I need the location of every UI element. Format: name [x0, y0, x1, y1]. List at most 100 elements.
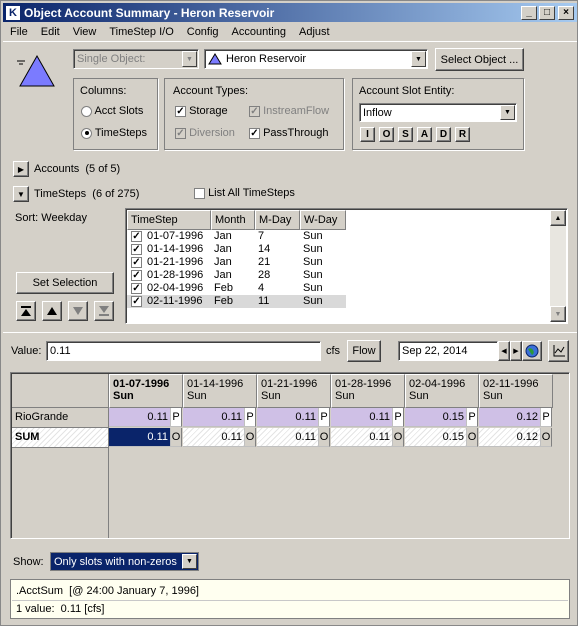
timestep-date: 02-04-1996 — [147, 282, 204, 294]
col-header-timestep[interactable]: TimeStep — [127, 210, 211, 230]
accounts-label: Accounts (5 of 5) — [34, 163, 121, 175]
timestep-checkbox[interactable]: ✓ — [131, 296, 142, 307]
menu-adjust[interactable]: Adjust — [292, 26, 336, 38]
timestep-row[interactable]: ✓ 01-07-1996 Jan 7 Sun — [127, 230, 346, 243]
timestep-row[interactable]: ✓ 01-28-1996 Jan 28 Sun — [127, 269, 346, 282]
grid-value-cell[interactable]: 0.11 — [109, 408, 170, 427]
col-header-month[interactable]: Month — [211, 210, 255, 230]
grid-value-cell[interactable]: 0.11 — [183, 428, 244, 447]
grid-column-date: 01-28-1996 — [335, 378, 392, 390]
timestep-wday: Sun — [303, 269, 323, 281]
value-input[interactable]: 0.11 — [46, 341, 321, 361]
grid-value-cell[interactable]: 0.12 — [479, 428, 540, 447]
move-bottom-button[interactable] — [94, 301, 114, 321]
timestep-checkbox[interactable]: ✓ — [131, 283, 142, 294]
status-line-2: 1 value: 0.11 [cfs] — [16, 603, 105, 615]
object-select[interactable]: Heron Reservoir ▼ — [204, 49, 428, 69]
minimize-button[interactable]: _ — [521, 6, 537, 20]
list-all-timesteps-checkbox[interactable]: List All TimeSteps — [194, 187, 295, 199]
timestep-wday: Sun — [303, 256, 323, 268]
grid-column-date: 01-21-1996 — [261, 378, 318, 390]
slot-button-s[interactable]: S — [398, 127, 413, 142]
menu-bar: File Edit View TimeStep I/O Config Accou… — [3, 23, 577, 41]
slot-entity-select[interactable]: Inflow ▼ — [359, 103, 517, 122]
scroll-down-button[interactable]: ▼ — [550, 306, 566, 322]
set-selection-button[interactable]: Set Selection — [16, 272, 114, 294]
grid-value-cell[interactable]: 0.11 — [331, 428, 392, 447]
timesteps-label: TimeSteps (6 of 275) — [34, 188, 140, 200]
grid-value-cell[interactable]: 0.11 — [183, 408, 244, 427]
timestep-checkbox[interactable]: ✓ — [131, 270, 142, 281]
grid-column-header[interactable]: 01-28-1996 Sun — [331, 374, 405, 408]
grid-column-header[interactable]: 02-04-1996 Sun — [405, 374, 479, 408]
globe-button[interactable] — [522, 341, 542, 361]
menu-file[interactable]: File — [3, 26, 34, 38]
date-field[interactable]: Sep 22, 2014 — [398, 341, 498, 361]
show-select[interactable]: Only slots with non-zeros ▼ — [50, 552, 199, 571]
value-label: Value: — [11, 345, 42, 357]
grid-column-header[interactable]: 02-11-1996 Sun — [479, 374, 553, 408]
grid-column-header[interactable]: 01-21-1996 Sun — [257, 374, 331, 408]
slot-button-i[interactable]: I — [360, 127, 375, 142]
grid-value-cell[interactable]: 0.15 — [405, 428, 466, 447]
slot-button-o[interactable]: O — [379, 127, 394, 142]
timestep-date: 01-07-1996 — [147, 230, 204, 242]
timestep-mday: 7 — [258, 230, 265, 242]
radio-acct-slots[interactable]: Acct Slots — [81, 105, 143, 117]
check-passthrough[interactable]: ✓ PassThrough — [249, 127, 329, 139]
menu-edit[interactable]: Edit — [34, 26, 66, 38]
menu-timestep-io[interactable]: TimeStep I/O — [102, 26, 179, 38]
timestep-checkbox[interactable]: ✓ — [131, 231, 142, 242]
menu-config[interactable]: Config — [180, 26, 225, 38]
timestep-checkbox[interactable]: ✓ — [131, 244, 142, 255]
move-down-button[interactable] — [68, 301, 88, 321]
select-object-button[interactable]: Select Object ... — [435, 48, 524, 71]
grid-column-header[interactable]: 01-14-1996 Sun — [183, 374, 257, 408]
grid-value-cell[interactable]: 0.11 — [109, 428, 170, 447]
grid-column-day: Sun — [335, 390, 355, 402]
check-diversion[interactable]: ✓ Diversion — [175, 127, 235, 139]
move-top-button[interactable] — [16, 301, 36, 321]
timestep-checkbox[interactable]: ✓ — [131, 257, 142, 268]
slot-button-d[interactable]: D — [436, 127, 451, 142]
slot-button-r[interactable]: R — [455, 127, 470, 142]
grid-value-cell[interactable]: 0.11 — [257, 428, 318, 447]
timestep-row[interactable]: ✓ 01-14-1996 Jan 14 Sun — [127, 243, 346, 256]
check-instreamflow[interactable]: ✓ InstreamFlow — [249, 105, 329, 117]
grid-value-cell[interactable]: 0.11 — [331, 408, 392, 427]
plot-button[interactable] — [548, 340, 569, 362]
close-button[interactable]: × — [558, 6, 574, 20]
check-storage[interactable]: ✓ Storage — [175, 105, 228, 117]
grid-flag: P — [318, 408, 330, 427]
col-header-wday[interactable]: W-Day — [300, 210, 346, 230]
flow-button[interactable]: Flow — [347, 340, 381, 362]
scroll-up-button[interactable]: ▲ — [550, 210, 566, 226]
move-up-button[interactable] — [42, 301, 62, 321]
date-step-forward-button[interactable]: ▶ — [510, 341, 522, 361]
slot-button-a[interactable]: A — [417, 127, 432, 142]
grid-column-header[interactable]: 01-07-1996 Sun — [109, 374, 183, 408]
timestep-row[interactable]: ✓ 02-04-1996 Feb 4 Sun — [127, 282, 346, 295]
grid-column-date: 02-11-1996 — [483, 378, 539, 390]
col-header-mday[interactable]: M-Day — [255, 210, 300, 230]
menu-accounting[interactable]: Accounting — [225, 26, 292, 38]
grid-row-label[interactable]: RioGrande — [12, 408, 109, 428]
timestep-wday: Sun — [303, 295, 323, 307]
timestep-row[interactable]: ✓ 02-11-1996 Feb 11 Sun — [127, 295, 346, 308]
timestep-scrollbar[interactable]: ▲ ▼ — [550, 210, 566, 322]
grid-value-cell[interactable]: 0.15 — [405, 408, 466, 427]
menu-view[interactable]: View — [66, 26, 103, 38]
object-mode-select[interactable]: Single Object: ▼ — [73, 49, 199, 69]
timestep-wday: Sun — [303, 230, 323, 242]
accounts-expand-button[interactable]: ▶ — [13, 161, 29, 177]
timestep-row[interactable]: ✓ 01-21-1996 Jan 21 Sun — [127, 256, 346, 269]
radio-timesteps[interactable]: TimeSteps — [81, 127, 147, 139]
timesteps-collapse-button[interactable]: ▼ — [13, 186, 29, 202]
date-step-back-button[interactable]: ◀ — [498, 341, 510, 361]
maximize-button[interactable]: □ — [539, 6, 555, 20]
grid-value-cell[interactable]: 0.11 — [257, 408, 318, 427]
grid-column-date: 01-07-1996 — [113, 378, 170, 390]
grid-row-label[interactable]: SUM — [12, 428, 109, 448]
timestep-date: 01-14-1996 — [147, 243, 204, 255]
grid-value-cell[interactable]: 0.12 — [479, 408, 540, 427]
